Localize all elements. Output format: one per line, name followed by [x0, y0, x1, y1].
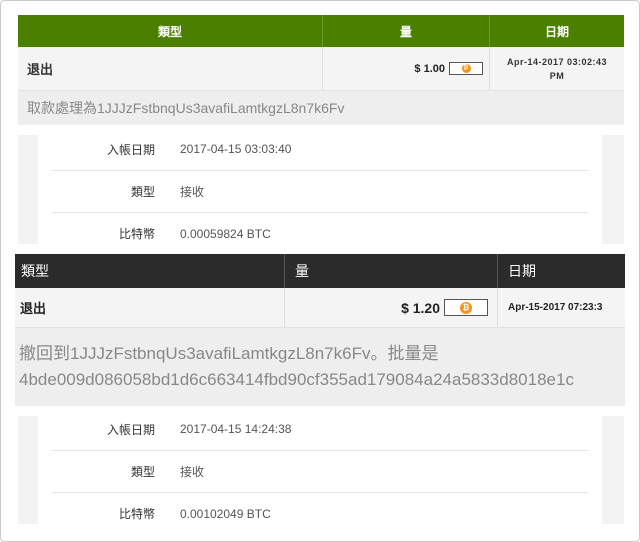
- panel-side-right: [602, 416, 624, 524]
- receive-panel-2: 入帳日期 2017-04-15 14:24:38 類型 接收 比特幣 0.001…: [38, 408, 598, 534]
- transaction-amount: $ 1.20 ₿: [284, 288, 497, 327]
- date-value: 2017-04-15 14:24:38: [180, 422, 292, 436]
- transaction-date: Apr-15-2017 07:23:3: [497, 288, 625, 327]
- amount-value: $ 1.20: [401, 299, 440, 316]
- transaction-date: Apr-14-2017 03:02:43 PM: [489, 47, 624, 90]
- detail-line-2: 4bde009d086058bd1d6c663414fbd90cf355ad17…: [19, 370, 574, 389]
- withdrawal-table-2: 類型 量 日期 退出 $ 1.20 ₿ Apr-15-2017 07:23:3 …: [15, 254, 625, 406]
- transaction-detail: 撤回到1JJJzFstbnqUs3avafiLamtkgzL8n7k6Fv。批量…: [15, 328, 625, 406]
- panel-side-left: [18, 416, 38, 524]
- withdrawal-table-1: 類型 量 日期 退出 $ 1.00 ₿ Apr-14-2017 03:02:43…: [18, 15, 624, 125]
- receive-panel-1: 入帳日期 2017-04-15 03:03:40 類型 接收 比特幣 0.000…: [38, 128, 598, 254]
- bitcoin-toggle[interactable]: ₿: [444, 299, 488, 316]
- bitcoin-toggle[interactable]: ₿: [449, 62, 483, 75]
- bitcoin-icon: ₿: [461, 64, 471, 73]
- header-date: 日期: [497, 254, 625, 288]
- list-item: 類型 接收: [52, 450, 588, 492]
- transaction-amount: $ 1.00 ₿: [322, 47, 489, 90]
- type-label: 類型: [130, 465, 155, 479]
- date-line-2: PM: [549, 70, 565, 81]
- header-type: 類型: [157, 24, 182, 39]
- date-line-1: Apr-14-2017 03:02:43: [506, 56, 608, 67]
- list-item: 比特幣 0.00102049 BTC: [52, 492, 588, 534]
- type-value: 接收: [180, 465, 205, 479]
- list-item: 比特幣 0.00059824 BTC: [52, 212, 588, 254]
- header-date: 日期: [489, 15, 624, 47]
- list-item: 入帳日期 2017-04-15 14:24:38: [38, 408, 598, 450]
- table-row: 退出 $ 1.20 ₿ Apr-15-2017 07:23:3: [15, 288, 625, 328]
- btc-label: 比特幣: [118, 227, 155, 241]
- list-item: 類型 接收: [52, 170, 588, 212]
- bitcoin-icon: ₿: [460, 301, 472, 314]
- detail-line-1: 撤回到1JJJzFstbnqUs3avafiLamtkgzL8n7k6Fv。批量…: [19, 344, 439, 363]
- table-row: 退出 $ 1.00 ₿ Apr-14-2017 03:02:43 PM: [18, 47, 624, 91]
- amount-value: $ 1.00: [414, 62, 445, 75]
- header-amount: 量: [284, 254, 497, 288]
- date-value: 2017-04-15 03:03:40: [180, 142, 292, 156]
- date-label: 入帳日期: [106, 142, 155, 157]
- table-header: 類型 量 日期: [18, 15, 624, 47]
- btc-value: 0.00059824 BTC: [180, 226, 271, 241]
- type-label: 類型: [130, 185, 155, 199]
- panel-side-right: [602, 135, 624, 244]
- transaction-type: 退出: [20, 301, 47, 316]
- type-value: 接收: [180, 185, 205, 199]
- btc-label: 比特幣: [118, 507, 155, 521]
- date-label: 入帳日期: [106, 422, 155, 437]
- header-amount: 量: [322, 15, 489, 47]
- btc-value: 0.00102049 BTC: [180, 506, 271, 521]
- table-header: 類型 量 日期: [15, 254, 625, 288]
- transaction-detail: 取款處理為1JJJzFstbnqUs3avafiLamtkgzL8n7k6Fv: [18, 91, 624, 125]
- panel-side-left: [18, 135, 38, 244]
- list-item: 入帳日期 2017-04-15 03:03:40: [38, 128, 598, 170]
- header-type: 類型: [21, 263, 49, 279]
- transaction-type: 退出: [27, 62, 54, 77]
